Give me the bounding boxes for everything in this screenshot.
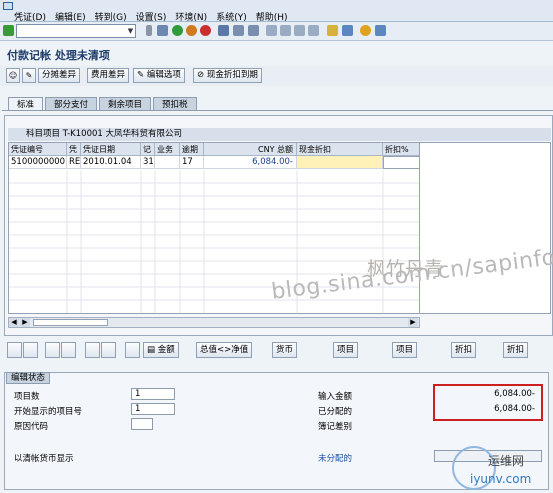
edit-options-label: 编辑选项	[146, 70, 181, 80]
sort-icon[interactable]	[101, 342, 116, 358]
grid-empty-area	[420, 142, 551, 314]
edit-status-tab: 编辑状态	[6, 372, 51, 384]
horizontal-scrollbar[interactable]: ◀ ▶ ▶	[8, 317, 420, 328]
no-entry-icon: ⊘	[197, 70, 207, 80]
new-session-icon[interactable]	[327, 25, 338, 36]
item-button-1[interactable]: 项目	[333, 342, 359, 358]
save-icon[interactable]	[157, 25, 168, 36]
tab-divider	[2, 110, 553, 111]
deselect-icon[interactable]	[23, 342, 38, 358]
toolbar-separator-icon	[146, 25, 152, 36]
distribute-difference-button[interactable]: 分摊差异	[38, 68, 81, 83]
print-list-icon[interactable]	[85, 342, 100, 358]
user-icon[interactable]: ☺	[6, 68, 20, 83]
tab-standard[interactable]: 标准	[8, 97, 44, 111]
item-label-2: 项目	[396, 345, 414, 355]
item-count-field[interactable]: 1	[131, 388, 175, 400]
first-item-label: 开始显示的项目号	[14, 407, 83, 417]
tab-strip: 标准 部分支付 剩余项目 预扣税	[8, 97, 197, 111]
first-item-field[interactable]: 1	[131, 403, 175, 415]
grid-title: 科目项目 T-K10001 大凤华科贸有限公司	[8, 128, 551, 141]
amount-label: 金额	[157, 345, 175, 355]
select-all-icon[interactable]	[7, 342, 22, 358]
edit-options-button[interactable]: ✎ 编辑选项	[133, 68, 185, 83]
edit-document-icon[interactable]: ✎	[22, 68, 36, 83]
next-page-icon[interactable]	[294, 25, 305, 36]
find-next-icon[interactable]	[248, 25, 259, 36]
exit-icon[interactable]	[186, 25, 197, 36]
standard-toolbar: ▼	[0, 22, 553, 41]
grid-button-row: ▤ 金额 总值<>净值 货币 项目 项目 折扣 折扣	[0, 340, 553, 360]
distribute-difference-label: 分摊差异	[42, 70, 77, 80]
posting-difference-label: 簿记差别	[318, 422, 353, 432]
tab-withholding-tax[interactable]: 预扣税	[153, 97, 197, 111]
discount-button-1[interactable]: 折扣	[451, 342, 477, 358]
previous-page-icon[interactable]	[280, 25, 291, 36]
find-grid-icon[interactable]	[125, 342, 140, 358]
reason-code-field[interactable]	[131, 418, 153, 430]
search-amount-icon: ▤	[147, 345, 158, 355]
gross-net-button[interactable]: 总值<>净值	[196, 342, 253, 358]
tab-partial-payment[interactable]: 部分支付	[45, 97, 98, 111]
site-logo-cn: 运维网	[488, 454, 525, 468]
scroll-left-icon[interactable]: ◀	[9, 318, 19, 327]
currency-button[interactable]: 货币	[272, 342, 298, 358]
discount-label-1: 折扣	[455, 345, 473, 355]
shortcut-icon[interactable]	[342, 25, 353, 36]
charge-difference-label: 费用差异	[91, 70, 126, 80]
charge-difference-button[interactable]: 费用差异	[87, 68, 130, 83]
application-toolbar: ☺ ✎ 分摊差异 费用差异 ✎ 编辑选项 ⊘ 现金折扣到期	[0, 66, 553, 86]
discount-button-2[interactable]: 折扣	[503, 342, 529, 358]
gross-net-label: 总值<>净值	[200, 345, 249, 355]
cash-discount-due-button[interactable]: ⊘ 现金折扣到期	[193, 68, 262, 83]
activate-icon[interactable]	[45, 342, 60, 358]
command-field[interactable]	[16, 24, 136, 38]
tab-residual-items[interactable]: 剩余项目	[99, 97, 152, 111]
unassigned-label: 未分配的	[318, 454, 353, 464]
page-title: 付款记帐 处理未清项	[7, 49, 110, 62]
layout-icon[interactable]	[375, 25, 386, 36]
scroll-end-icon[interactable]: ▶	[408, 318, 418, 327]
assigned-label: 已分配的	[318, 407, 353, 417]
amount-button[interactable]: ▤ 金额	[143, 342, 179, 358]
site-logo-url: iyunv.com	[470, 472, 532, 486]
chevron-down-icon[interactable]: ▼	[127, 26, 134, 36]
window-icon[interactable]	[3, 2, 13, 10]
cancel-icon[interactable]	[200, 25, 211, 36]
scroll-right-icon[interactable]: ▶	[20, 318, 30, 327]
highlight-box	[433, 384, 543, 421]
item-count-label: 项目数	[14, 392, 40, 402]
currency-label: 货币	[276, 345, 294, 355]
entered-amount-label: 输入金额	[318, 392, 353, 402]
enter-icon[interactable]	[3, 25, 14, 36]
reason-code-label: 原因代码	[14, 422, 49, 432]
cash-discount-due-label: 现金折扣到期	[206, 70, 258, 80]
print-icon[interactable]	[218, 25, 229, 36]
first-page-icon[interactable]	[266, 25, 277, 36]
pencil-icon: ✎	[137, 70, 147, 80]
clearing-currency-label: 以清帐货币显示	[14, 454, 74, 464]
item-label-1: 项目	[337, 345, 355, 355]
discount-label-2: 折扣	[507, 345, 525, 355]
menu-bar: 凭证(D) 编辑(E) 转到(G) 设置(S) 环境(N) 系统(Y) 帮助(H…	[0, 0, 553, 23]
item-button-2[interactable]: 项目	[392, 342, 418, 358]
find-icon[interactable]	[233, 25, 244, 36]
last-page-icon[interactable]	[308, 25, 319, 36]
help-icon[interactable]	[360, 25, 371, 36]
deactivate-icon[interactable]	[61, 342, 76, 358]
scroll-thumb[interactable]	[33, 319, 108, 326]
back-icon[interactable]	[172, 25, 183, 36]
